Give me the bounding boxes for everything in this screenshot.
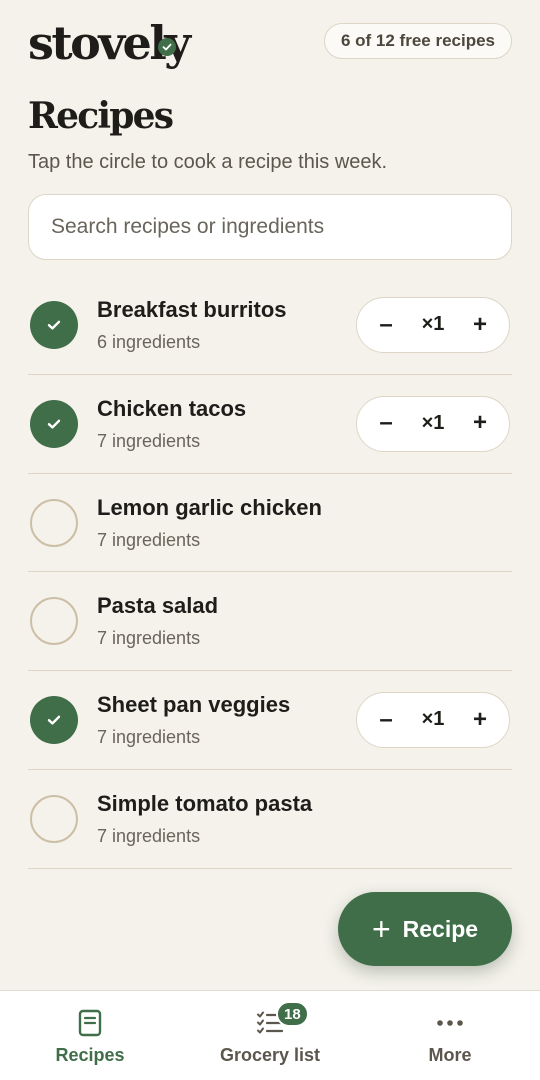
recipe-name: Chicken tacos: [97, 395, 247, 421]
servings-value: ×1: [421, 411, 445, 434]
recipe-name: Lemon garlic chicken: [97, 494, 322, 520]
plus-icon: +: [371, 911, 391, 947]
servings-stepper: – ×1 +: [356, 395, 510, 452]
servings-stepper: – ×1 +: [356, 692, 510, 749]
servings-value: ×1: [421, 708, 445, 731]
cook-toggle-unchecked[interactable]: [30, 597, 78, 646]
verified-check-icon: [158, 38, 176, 56]
check-icon: [47, 419, 61, 429]
page-subtitle: Tap the circle to cook a recipe this wee…: [28, 151, 388, 173]
add-recipe-button[interactable]: + Recipe: [338, 892, 512, 966]
app-header: stovely 6 of 12 free recipes: [28, 14, 512, 70]
decrease-servings-button[interactable]: –: [361, 298, 411, 351]
nav-recipes-label: Recipes: [55, 1045, 125, 1065]
list-icon: 18: [256, 1001, 309, 1039]
recipe-name: Breakfast burritos: [97, 297, 287, 322]
decrease-servings-button[interactable]: –: [361, 693, 411, 746]
increase-servings-button[interactable]: +: [455, 298, 505, 351]
servings-stepper: – ×1 +: [356, 297, 510, 353]
recipe-row[interactable]: Sheet pan veggies 7 ingredients – ×1 +: [28, 671, 512, 770]
recipe-name: Pasta salad: [97, 593, 219, 619]
recipe-list: Breakfast burritos 6 ingredients – ×1 + …: [28, 276, 512, 869]
ingredient-count: 7 ingredients: [97, 628, 201, 649]
recipe-row[interactable]: Pasta salad 7 ingredients: [28, 572, 512, 672]
cook-toggle-checked[interactable]: [30, 301, 78, 349]
cook-toggle-checked[interactable]: [30, 696, 78, 745]
recipe-row[interactable]: Lemon garlic chicken 7 ingredients: [28, 474, 512, 573]
bottom-nav: Recipes 18 Grocery list More: [0, 990, 540, 1080]
recipe-row[interactable]: Simple tomato pasta 7 ingredients: [28, 770, 512, 869]
ingredient-count: 6 ingredients: [97, 332, 201, 352]
servings-value: ×1: [421, 313, 445, 335]
increase-servings-button[interactable]: +: [455, 693, 505, 746]
search-input[interactable]: [28, 194, 512, 260]
ingredient-count: 7 ingredients: [97, 529, 201, 550]
increase-servings-button[interactable]: +: [455, 397, 505, 450]
cook-toggle-unchecked[interactable]: [30, 498, 78, 547]
recipe-row[interactable]: Chicken tacos 7 ingredients – ×1 +: [28, 375, 512, 474]
nav-more-label: More: [428, 1045, 472, 1065]
ingredient-count: 7 ingredients: [97, 727, 201, 748]
free-recipes-badge[interactable]: 6 of 12 free recipes: [323, 23, 512, 59]
cook-toggle-checked[interactable]: [30, 399, 78, 448]
nav-grocery-label: Grocery list: [219, 1045, 321, 1065]
book-icon: [77, 1007, 103, 1039]
ingredient-count: 7 ingredients: [97, 430, 201, 451]
recipe-row[interactable]: Breakfast burritos 6 ingredients – ×1 +: [28, 276, 512, 375]
grocery-count-badge: 18: [276, 1001, 309, 1027]
nav-grocery-list[interactable]: 18 Grocery list: [180, 991, 360, 1080]
nav-more[interactable]: More: [360, 991, 540, 1080]
more-icon: [435, 1007, 465, 1039]
nav-recipes[interactable]: Recipes: [0, 991, 180, 1080]
recipe-name: Simple tomato pasta: [97, 790, 313, 816]
cook-toggle-unchecked[interactable]: [30, 794, 78, 843]
check-icon: [47, 320, 61, 330]
check-icon: [47, 715, 61, 725]
add-recipe-label: Recipe: [402, 915, 479, 942]
page-title: Recipes: [28, 95, 174, 137]
decrease-servings-button[interactable]: –: [361, 397, 411, 450]
ingredient-count: 7 ingredients: [97, 825, 201, 846]
recipe-name: Sheet pan veggies: [97, 692, 291, 718]
